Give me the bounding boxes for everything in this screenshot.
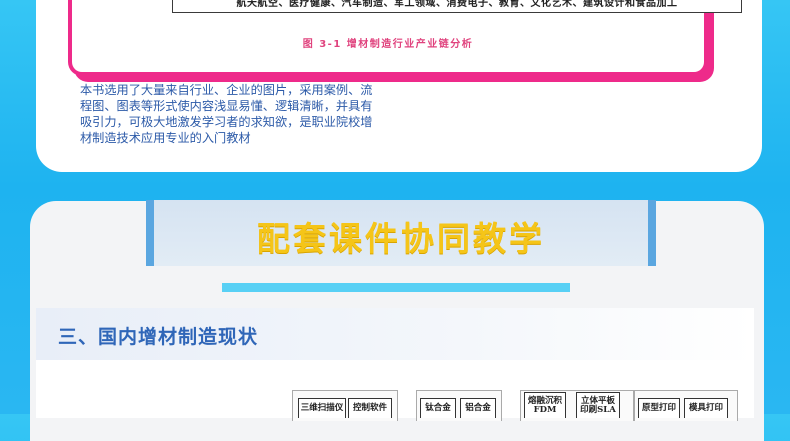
figure-caption: 图 3-1 增材制造行业产业链分析: [302, 39, 474, 50]
section-title: 三、国内增材制造现状: [58, 326, 259, 348]
chip-titanium-alloy: 钛合金: [420, 398, 456, 418]
chip-control-software: 控制软件: [348, 398, 392, 418]
divider-bar: [222, 283, 570, 292]
chip-mold-print: 模具打印: [684, 398, 728, 418]
figure-frame: 航天航空、医疗健康、汽车制造、军工领域、消费电子、教育、文化艺术、建筑设计和食品…: [68, 0, 742, 76]
industry-list: 航天航空、医疗健康、汽车制造、军工领域、消费电子、教育、文化艺术、建筑设计和食品…: [172, 0, 742, 13]
chip-sla: 立体平板 印刷SLA: [576, 392, 620, 418]
chip-prototype-print: 原型打印: [638, 398, 680, 418]
chip-fdm: 熔融沉积 FDM: [524, 392, 566, 418]
chip-3d-scanner: 三维扫描仪: [298, 398, 346, 418]
banner: 配套课件协同教学: [146, 200, 656, 266]
section-header: 三、国内增材制造现状: [36, 308, 754, 360]
banner-title: 配套课件协同教学: [257, 219, 545, 258]
book-description: 本书选用了大量来自行业、企业的图片，采用案例、流程图、图表等形式使内容浅显易懂、…: [80, 83, 373, 145]
chip-aluminum-alloy: 铝合金: [460, 398, 496, 418]
